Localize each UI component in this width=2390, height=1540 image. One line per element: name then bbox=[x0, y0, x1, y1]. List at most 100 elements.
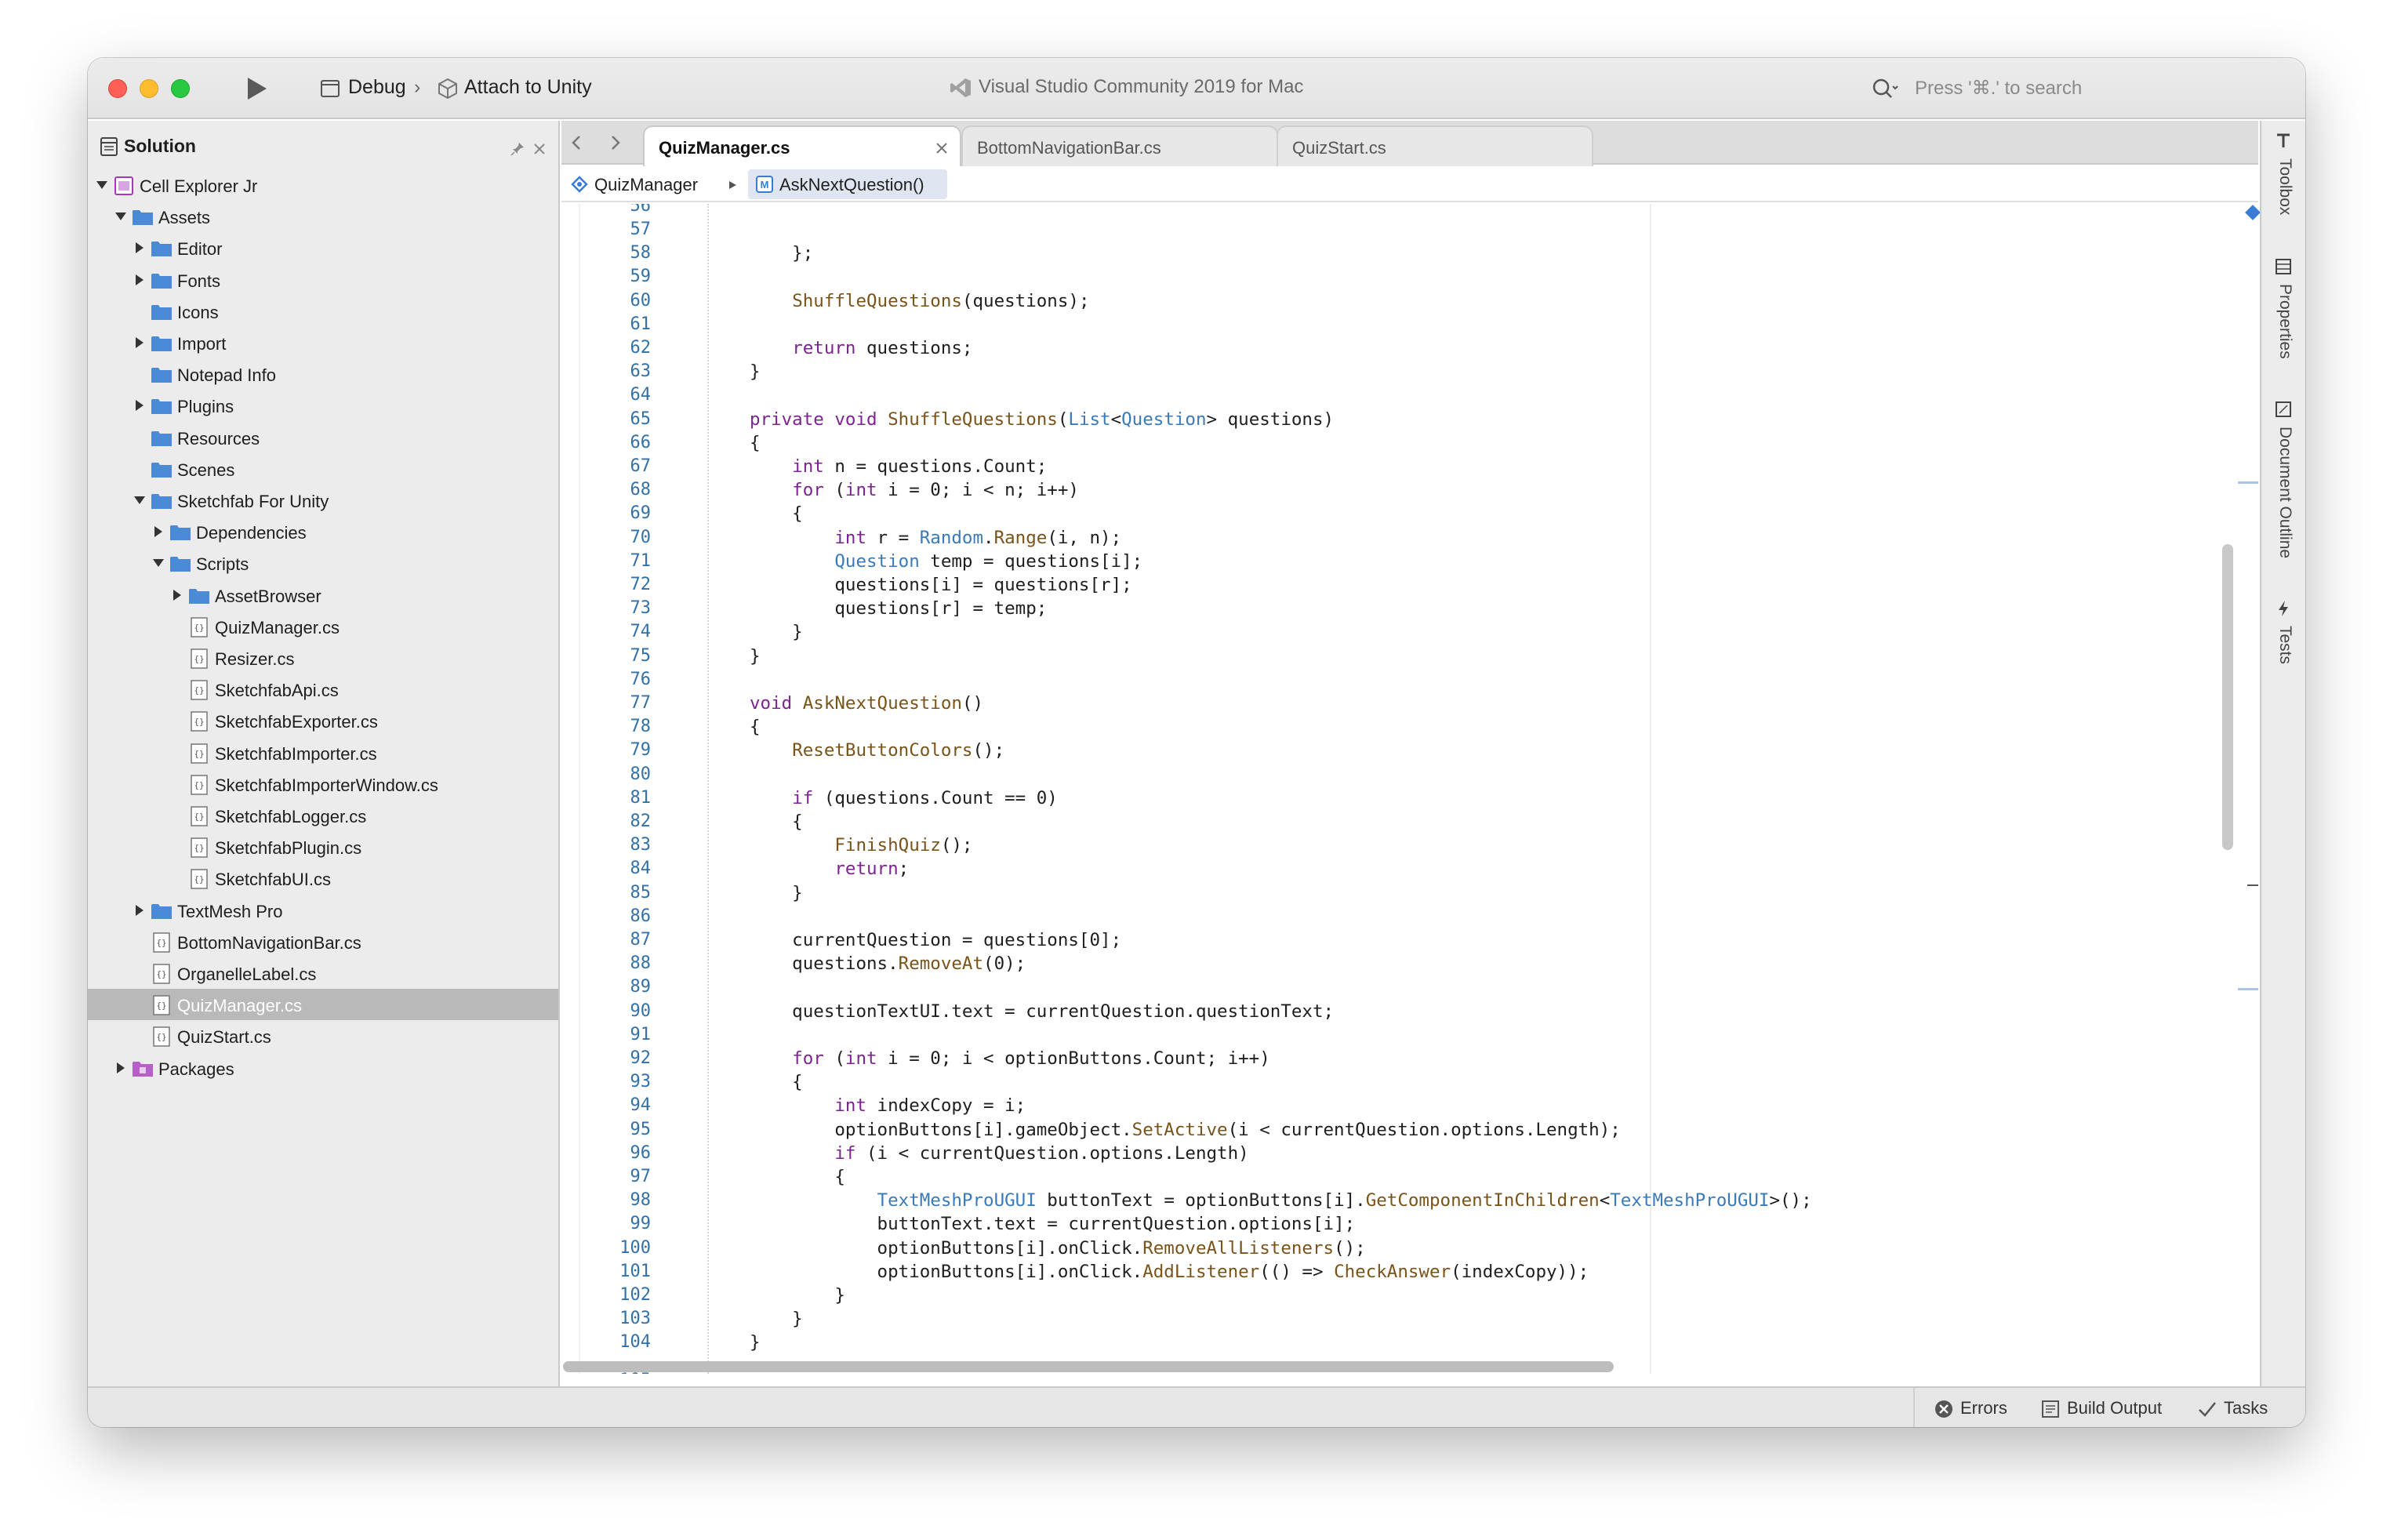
disclosure-expanded-icon[interactable] bbox=[114, 210, 127, 223]
code-line[interactable]: 93 { bbox=[561, 1070, 2208, 1094]
code-line[interactable]: 63} bbox=[561, 360, 2208, 383]
code-line[interactable]: 76 bbox=[561, 668, 2208, 692]
tree-item-textmesh-pro[interactable]: TextMesh Pro bbox=[88, 895, 558, 926]
code-line[interactable]: 71 Question temp = questions[i]; bbox=[561, 550, 2208, 573]
tree-item-sketchfabimporterwindow-cs[interactable]: {} SketchfabImporterWindow.cs bbox=[88, 768, 558, 800]
tasks-button[interactable]: Tasks bbox=[2197, 1396, 2276, 1421]
tree-item-bottomnavigationbar-cs[interactable]: {} BottomNavigationBar.cs bbox=[88, 926, 558, 957]
code-line[interactable]: 65 private void ShuffleQuestions(List<Que… bbox=[561, 408, 2208, 431]
tree-item-sketchfablogger-cs[interactable]: {} SketchfabLogger.cs bbox=[88, 800, 558, 831]
tree-item-sketchfabapi-cs[interactable]: {} SketchfabApi.cs bbox=[88, 674, 558, 705]
vertical-scrollbar[interactable] bbox=[2222, 544, 2233, 850]
navigate-back-icon[interactable] bbox=[568, 133, 587, 152]
code-line[interactable]: 70 int r = Random.Range(i, n); bbox=[561, 526, 2208, 550]
code-line[interactable]: 89 bbox=[561, 975, 2208, 999]
code-line[interactable]: 87 currentQuestion = questions[0]; bbox=[561, 928, 2208, 952]
code-line[interactable]: 57 bbox=[561, 218, 2208, 242]
tree-item-cell-explorer-jr[interactable]: Cell Explorer Jr bbox=[88, 169, 558, 201]
code-line[interactable]: 66 { bbox=[561, 431, 2208, 455]
code-line[interactable]: 77 void AskNextQuestion() bbox=[561, 692, 2208, 715]
code-line[interactable]: 97 { bbox=[561, 1165, 2208, 1189]
code-line[interactable]: 75} bbox=[561, 645, 2208, 668]
code-line[interactable]: 82 { bbox=[561, 810, 2208, 834]
disclosure-collapsed-icon[interactable] bbox=[133, 274, 146, 286]
document-outline-tab[interactable]: Document Outline bbox=[2261, 400, 2305, 580]
code-line[interactable]: 58 }; bbox=[561, 242, 2208, 265]
code-line[interactable]: 103 } bbox=[561, 1307, 2208, 1331]
close-icon[interactable] bbox=[532, 141, 547, 157]
tree-item-packages[interactable]: Packages bbox=[88, 1052, 558, 1084]
disclosure-collapsed-icon[interactable] bbox=[133, 242, 146, 254]
disclosure-expanded-icon[interactable] bbox=[152, 557, 165, 569]
code-line[interactable]: 59 bbox=[561, 265, 2208, 289]
window-close-button[interactable] bbox=[108, 79, 127, 98]
code-line[interactable]: 68 for (int i = 0; i < n; i++) bbox=[561, 478, 2208, 502]
code-line[interactable]: 73 questions[r] = temp; bbox=[561, 597, 2208, 620]
disclosure-expanded-icon[interactable] bbox=[96, 179, 108, 191]
code-line[interactable]: 95 optionButtons[i].gameObject.SetActive… bbox=[561, 1118, 2208, 1142]
code-line[interactable]: 85 } bbox=[561, 881, 2208, 905]
disclosure-collapsed-icon[interactable] bbox=[133, 904, 146, 917]
tree-item-dependencies[interactable]: Dependencies bbox=[88, 516, 558, 547]
tree-item-assetbrowser[interactable]: AssetBrowser bbox=[88, 579, 558, 611]
target-selector[interactable]: Attach to Unity bbox=[464, 76, 592, 99]
tree-item-sketchfabplugin-cs[interactable]: {} SketchfabPlugin.cs bbox=[88, 831, 558, 863]
tree-item-resizer-cs[interactable]: {} Resizer.cs bbox=[88, 642, 558, 674]
code-line[interactable]: 88 questions.RemoveAt(0); bbox=[561, 952, 2208, 975]
code-line[interactable]: 64 bbox=[561, 383, 2208, 407]
tree-item-scenes[interactable]: Scenes bbox=[88, 453, 558, 485]
code-line[interactable]: 100 optionButtons[i].onClick.RemoveAllLi… bbox=[561, 1237, 2208, 1260]
tree-item-organellelabel-cs[interactable]: {} OrganelleLabel.cs bbox=[88, 957, 558, 989]
code-line[interactable]: 92 for (int i = 0; i < optionButtons.Cou… bbox=[561, 1047, 2208, 1070]
tree-item-quizmanager-cs[interactable]: {} QuizManager.cs bbox=[88, 989, 558, 1021]
configuration-selector[interactable]: Debug bbox=[348, 76, 406, 99]
tests-tab[interactable]: Tests bbox=[2261, 599, 2305, 677]
breadcrumb-class[interactable]: QuizManager bbox=[594, 175, 698, 195]
horizontal-scrollbar[interactable] bbox=[563, 1361, 1614, 1372]
pin-icon[interactable] bbox=[510, 141, 525, 157]
code-line[interactable]: 90 questionTextUI.text = currentQuestion… bbox=[561, 1000, 2208, 1023]
code-line[interactable]: 61 bbox=[561, 313, 2208, 336]
code-line[interactable]: 98 TextMeshProUGUI buttonText = optionBu… bbox=[561, 1189, 2208, 1212]
code-line[interactable]: 67 int n = questions.Count; bbox=[561, 455, 2208, 478]
code-line[interactable]: 81 if (questions.Count == 0) bbox=[561, 786, 2208, 810]
window-minimize-button[interactable] bbox=[140, 79, 158, 98]
code-line[interactable]: 86 bbox=[561, 905, 2208, 928]
code-line[interactable]: 99 buttonText.text = currentQuestion.opt… bbox=[561, 1212, 2208, 1236]
tree-item-import[interactable]: Import bbox=[88, 327, 558, 358]
disclosure-collapsed-icon[interactable] bbox=[114, 1062, 127, 1074]
toolbox-tab[interactable]: Toolbox bbox=[2261, 132, 2305, 234]
properties-tab[interactable]: Properties bbox=[2261, 257, 2305, 375]
tree-item-plugins[interactable]: Plugins bbox=[88, 390, 558, 421]
code-line[interactable]: 91 bbox=[561, 1023, 2208, 1047]
tree-item-sketchfabui-cs[interactable]: {} SketchfabUI.cs bbox=[88, 863, 558, 894]
code-line[interactable]: 83 FinishQuiz(); bbox=[561, 834, 2208, 857]
disclosure-collapsed-icon[interactable] bbox=[171, 589, 183, 601]
code-line[interactable]: 80 bbox=[561, 763, 2208, 786]
tree-item-quizmanager-cs[interactable]: {} QuizManager.cs bbox=[88, 611, 558, 642]
code-line[interactable]: 84 return; bbox=[561, 857, 2208, 881]
tree-item-fonts[interactable]: Fonts bbox=[88, 264, 558, 296]
disclosure-collapsed-icon[interactable] bbox=[133, 399, 146, 412]
code-line[interactable]: 94 int indexCopy = i; bbox=[561, 1094, 2208, 1117]
tree-item-sketchfabexporter-cs[interactable]: {} SketchfabExporter.cs bbox=[88, 705, 558, 736]
code-line[interactable]: 72 questions[i] = questions[r]; bbox=[561, 573, 2208, 597]
code-line[interactable]: 102 } bbox=[561, 1284, 2208, 1307]
code-line[interactable]: 69 { bbox=[561, 502, 2208, 525]
code-line[interactable]: 60 ShuffleQuestions(questions); bbox=[561, 289, 2208, 313]
disclosure-expanded-icon[interactable] bbox=[133, 494, 146, 507]
tree-item-icons[interactable]: Icons bbox=[88, 296, 558, 327]
breadcrumb-method[interactable]: AskNextQuestion() bbox=[779, 175, 924, 195]
run-icon[interactable] bbox=[243, 75, 270, 102]
tab-quizstart[interactable]: QuizStart.cs bbox=[1277, 125, 1593, 166]
tree-item-scripts[interactable]: Scripts bbox=[88, 547, 558, 579]
code-line[interactable]: 101 optionButtons[i].onClick.AddListener… bbox=[561, 1260, 2208, 1284]
navigate-forward-icon[interactable] bbox=[605, 133, 624, 152]
tree-item-assets[interactable]: Assets bbox=[88, 201, 558, 232]
tree-item-quizstart-cs[interactable]: {} QuizStart.cs bbox=[88, 1020, 558, 1051]
disclosure-collapsed-icon[interactable] bbox=[133, 336, 146, 349]
close-icon[interactable] bbox=[935, 141, 949, 155]
code-editor[interactable]: 56 57 58 }; 59 60 ShuffleQuestions(question… bbox=[561, 204, 2258, 1374]
disclosure-collapsed-icon[interactable] bbox=[152, 525, 165, 538]
tree-item-sketchfab-for-unity[interactable]: Sketchfab For Unity bbox=[88, 485, 558, 516]
